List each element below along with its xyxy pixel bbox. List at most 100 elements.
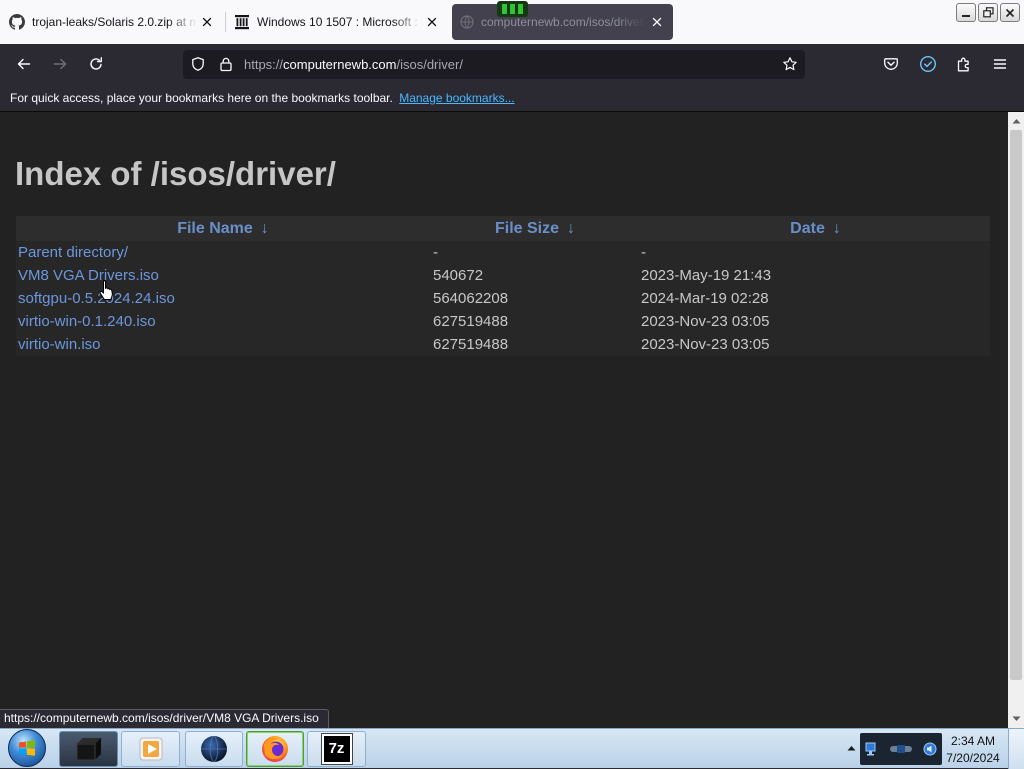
file-date: 2024-Mar-19 02:28 [641,290,769,307]
file-link[interactable]: virtio-win-0.1.240.iso [16,310,428,333]
pocket-icon [884,58,898,70]
column-label: Date [790,220,825,237]
column-label: File Size [494,220,560,237]
reload-icon [90,57,102,70]
address-bar[interactable]: https://computernewb.com/isos/driver/ [183,50,805,79]
restore-icon [982,7,994,18]
url-path: /isos/driver/ [396,57,463,72]
extensions-button[interactable] [948,48,980,80]
url-scheme: https:// [244,57,284,72]
table-row: softgpu-0.5.2024.24.iso 564062208 2024-M… [16,287,990,310]
file-size: 564062208 [433,290,509,307]
page-content: Index of /isos/driver/ File Name ↓ File S… [0,112,1008,728]
lock-icon[interactable] [218,56,234,72]
reload-button[interactable] [80,48,112,80]
vertical-scrollbar[interactable] [1008,112,1024,728]
close-tab-icon[interactable] [199,14,215,30]
black-box-icon [76,738,101,761]
taskbar-app-firefox[interactable] [246,731,304,767]
shield-icon[interactable] [190,56,206,72]
column-header-date[interactable]: Date ↓ [637,216,990,241]
back-arrow-icon [17,58,31,70]
forward-button[interactable] [44,48,76,80]
scroll-up-arrow-icon[interactable] [1008,113,1024,129]
column-header-file-size[interactable]: File Size ↓ [428,216,637,241]
taskbar-app-media-player[interactable] [121,731,180,767]
system-clock[interactable]: 2:34 AM 7/20/2024 [942,729,1004,769]
clock-date: 7/20/2024 [946,751,1000,765]
network-icon[interactable] [864,741,880,757]
tab-separator [225,12,226,32]
start-button[interactable] [8,729,46,767]
table-row: VM8 VGA Drivers.iso 540672 2023-May-19 2… [16,264,990,287]
pocket-button[interactable] [875,48,907,80]
windows-taskbar: 7z 2:34 AM 7/20/2024 [0,728,1024,769]
windows-start-orb-icon [19,740,35,756]
taskbar-app-globe[interactable] [185,731,243,767]
file-size: - [433,244,438,261]
file-size: 627519488 [433,313,509,330]
close-tab-icon[interactable] [649,14,665,30]
tab-active-isos-driver[interactable]: computernewb.com/isos/driver/ [452,4,673,40]
globe-icon [201,735,227,763]
table-row: virtio-win-0.1.240.iso 627519488 2023-No… [16,310,990,333]
parent-directory-link[interactable]: Parent directory/ [16,241,428,264]
table-header: File Name ↓ File Size ↓ Date ↓ [16,216,990,241]
sort-indicator: ↓ [260,220,269,237]
scrollbar-thumb[interactable] [1010,130,1022,680]
star-icon[interactable] [782,56,798,72]
file-date: - [641,244,646,261]
7zip-icon-label: 7z [328,740,345,757]
notification-area [860,733,942,765]
navigation-toolbar: https://computernewb.com/isos/driver/ [0,44,1024,84]
back-button[interactable] [8,48,40,80]
device-icon[interactable] [889,743,913,755]
hand-pointer-cursor-icon [99,279,115,301]
tab-windows-10-archive[interactable]: Windows 10 1507 : Microsoft : I [229,4,446,40]
firefox-icon [262,736,288,762]
tab-strip: trojan-leaks/Solaris 2.0.zip at m Window… [0,0,1024,44]
table-row: virtio-win.iso 627519488 2023-Nov-23 03:… [16,333,990,356]
forward-arrow-icon [53,58,67,70]
globe-icon [459,14,475,30]
file-date: 2023-Nov-23 03:05 [641,313,770,330]
extensions-icon [957,57,969,72]
close-window-button[interactable] [1000,3,1020,22]
column-header-file-name[interactable]: File Name ↓ [16,216,428,241]
bookmarks-empty-message: For quick access, place your bookmarks h… [10,91,393,105]
taskbar-app-black-box[interactable] [59,731,118,767]
file-link[interactable]: VM8 VGA Drivers.iso [16,264,428,287]
media-player-icon [139,737,162,761]
menu-button[interactable] [984,48,1016,80]
file-link[interactable]: softgpu-0.5.2024.24.iso [16,287,428,310]
bookmarks-toolbar: For quick access, place your bookmarks h… [0,84,1024,112]
restore-button[interactable] [978,3,998,22]
green-status-indicator [497,1,528,17]
volume-icon[interactable] [922,741,938,757]
show-hidden-icons-icon[interactable] [844,739,858,757]
url-text[interactable]: https://computernewb.com/isos/driver/ [244,50,463,79]
sort-indicator: ↓ [567,220,576,237]
file-date: 2023-Nov-23 03:05 [641,336,770,353]
tab-title: Windows 10 1507 : Microsoft : I [257,15,422,29]
directory-listing-table: File Name ↓ File Size ↓ Date ↓ Parent direc… [16,216,990,356]
file-size: 540672 [433,267,484,284]
column-label: File Name [177,220,253,237]
7zip-icon: 7z [320,733,353,765]
manage-bookmarks-link[interactable]: Manage bookmarks... [399,91,514,105]
table-body: Parent directory/ - - VM8 VGA Drivers.is… [16,241,990,356]
page-title: Index of /isos/driver/ [15,155,336,192]
close-icon [1005,8,1015,17]
file-link[interactable]: virtio-win.iso [16,333,428,356]
close-tab-icon[interactable] [424,14,440,30]
tab-github-solaris[interactable]: trojan-leaks/Solaris 2.0.zip at m [1,4,222,40]
show-desktop-button[interactable] [1008,729,1024,769]
minimize-button[interactable] [956,3,976,22]
sort-indicator: ↓ [832,220,841,237]
table-row: Parent directory/ - - [16,241,990,264]
clock-time: 2:34 AM [950,734,996,748]
taskbar-app-7zip[interactable]: 7z [307,731,366,767]
account-button[interactable] [912,48,944,80]
scroll-down-arrow-icon[interactable] [1008,711,1024,727]
link-status-panel: https://computernewb.com/isos/driver/VM8… [0,709,329,728]
